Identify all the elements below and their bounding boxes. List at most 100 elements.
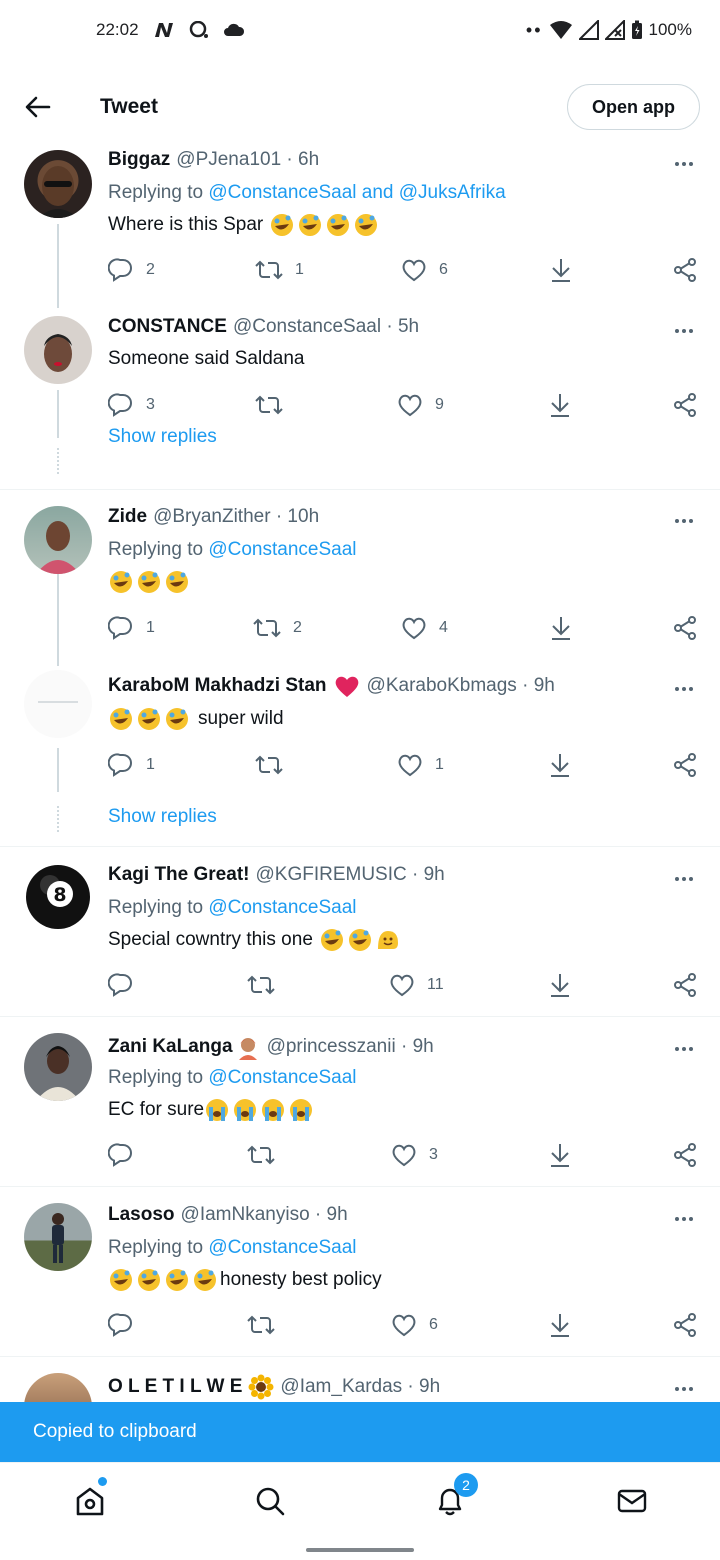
avatar[interactable] bbox=[24, 506, 92, 574]
reply-icon bbox=[108, 1143, 132, 1167]
share-button[interactable] bbox=[673, 390, 697, 420]
share-button[interactable] bbox=[673, 1310, 697, 1340]
replying-to: Replying to @ConstanceSaal bbox=[108, 539, 357, 561]
avatar[interactable] bbox=[24, 1373, 92, 1402]
reply-button[interactable] bbox=[108, 970, 146, 1000]
display-name[interactable]: KaraboM Makhadzi Stan bbox=[108, 675, 327, 697]
save-button[interactable] bbox=[549, 255, 573, 285]
battery-percent: 100% bbox=[648, 20, 692, 39]
reply-button[interactable]: 3 bbox=[108, 390, 155, 420]
rofl-emoji-icon bbox=[271, 214, 294, 236]
download-icon bbox=[551, 1144, 569, 1167]
like-button[interactable]: 9 bbox=[397, 390, 444, 420]
reply-icon bbox=[108, 258, 132, 282]
avatar[interactable] bbox=[24, 1203, 92, 1271]
handle-time: @princesszanii · 9h bbox=[266, 1036, 434, 1057]
like-button[interactable]: 1 bbox=[397, 750, 444, 780]
tweet[interactable]: Biggaz @PJena101 · 6h Replying to @Const… bbox=[0, 142, 720, 308]
show-replies-link[interactable]: Show replies bbox=[108, 426, 217, 448]
tweet-text-content: super wild bbox=[198, 708, 284, 729]
more-options-button[interactable] bbox=[672, 1209, 696, 1229]
display-name[interactable]: Kagi The Great! bbox=[108, 864, 249, 886]
retweet-button[interactable] bbox=[255, 390, 295, 420]
avatar[interactable] bbox=[24, 670, 92, 738]
tweet[interactable]: Zani KaLanga @princesszanii · 9h Replyin… bbox=[0, 1017, 720, 1187]
retweet-button[interactable] bbox=[247, 1140, 287, 1170]
more-options-button[interactable] bbox=[672, 1379, 696, 1399]
tweet-header: Zide @BryanZither · 10h bbox=[108, 506, 660, 528]
retweet-button[interactable] bbox=[247, 970, 287, 1000]
display-name[interactable]: Zide bbox=[108, 506, 147, 528]
share-icon bbox=[674, 1313, 696, 1337]
nav-home[interactable] bbox=[72, 1477, 108, 1519]
more-options-button[interactable] bbox=[672, 321, 696, 341]
like-count: 6 bbox=[429, 1316, 438, 1333]
mention-link[interactable]: @ConstanceSaal bbox=[208, 539, 356, 560]
avatar[interactable] bbox=[24, 150, 92, 218]
share-icon bbox=[674, 258, 696, 282]
reply-button[interactable]: 1 bbox=[108, 750, 155, 780]
like-button[interactable]: 11 bbox=[389, 970, 444, 1000]
save-button[interactable] bbox=[548, 1310, 572, 1340]
mention-link[interactable]: @ConstanceSaal bbox=[208, 1067, 356, 1088]
retweet-button[interactable]: 2 bbox=[253, 613, 302, 643]
more-options-button[interactable] bbox=[672, 1039, 696, 1059]
retweet-button[interactable] bbox=[247, 1310, 287, 1340]
rofl-emoji-icon bbox=[348, 929, 371, 951]
avatar[interactable]: 8 bbox=[24, 863, 92, 931]
more-options-button[interactable] bbox=[672, 154, 696, 174]
display-name[interactable]: Zani KaLanga bbox=[108, 1036, 233, 1058]
share-button[interactable] bbox=[673, 970, 697, 1000]
like-button[interactable]: 4 bbox=[401, 613, 448, 643]
back-button[interactable] bbox=[18, 87, 58, 127]
reply-button[interactable] bbox=[108, 1140, 146, 1170]
like-button[interactable]: 6 bbox=[401, 255, 448, 285]
gesture-bar[interactable] bbox=[306, 1548, 414, 1552]
more-options-button[interactable] bbox=[672, 511, 696, 531]
display-name[interactable]: Lasoso bbox=[108, 1204, 175, 1226]
show-replies-link[interactable]: Show replies bbox=[108, 806, 217, 828]
save-button[interactable] bbox=[548, 970, 572, 1000]
tweet[interactable]: Zide @BryanZither · 10h Replying to @Con… bbox=[0, 490, 720, 666]
like-button[interactable]: 6 bbox=[391, 1310, 438, 1340]
thread-line bbox=[57, 748, 59, 792]
open-app-button[interactable]: Open app bbox=[566, 84, 700, 130]
share-button[interactable] bbox=[673, 255, 697, 285]
tweet[interactable]: CONSTANCE @ConstanceSaal · 5h Someone sa… bbox=[0, 308, 720, 616]
reply-button[interactable] bbox=[108, 1310, 146, 1340]
mention-link[interactable]: @ConstanceSaal and @JuksAfrika bbox=[208, 182, 505, 203]
retweet-button[interactable] bbox=[255, 750, 295, 780]
tweet[interactable]: Lasoso @IamNkanyiso · 9h Replying to @Co… bbox=[0, 1187, 720, 1357]
save-button[interactable] bbox=[548, 750, 572, 780]
retweet-button[interactable]: 1 bbox=[255, 255, 304, 285]
avatar[interactable] bbox=[24, 1033, 92, 1101]
save-button[interactable] bbox=[548, 1140, 572, 1170]
tweet[interactable]: KaraboM Makhadzi Stan @KaraboKbmags · 9h… bbox=[0, 660, 720, 846]
reply-button[interactable]: 2 bbox=[108, 255, 155, 285]
mention-link[interactable]: @ConstanceSaal bbox=[208, 897, 356, 918]
tweet-text: EC for sure bbox=[108, 1097, 316, 1123]
page-title: Tweet bbox=[100, 95, 158, 118]
display-name[interactable]: CONSTANCE bbox=[108, 316, 227, 338]
like-button[interactable]: 3 bbox=[391, 1140, 438, 1170]
display-name[interactable]: O L E T I L W E bbox=[108, 1376, 242, 1398]
nav-messages[interactable] bbox=[614, 1483, 650, 1519]
reply-button[interactable]: 1 bbox=[108, 613, 155, 643]
save-button[interactable] bbox=[548, 390, 572, 420]
replying-to-label: Replying to bbox=[108, 897, 209, 918]
tweet[interactable]: O L E T I L W E @Iam_Kardas · 9h bbox=[0, 1357, 720, 1402]
more-options-button[interactable] bbox=[672, 869, 696, 889]
more-options-button[interactable] bbox=[672, 679, 696, 699]
handle-time: @ConstanceSaal · 5h bbox=[232, 316, 420, 337]
mention-link[interactable]: @ConstanceSaal bbox=[208, 1237, 356, 1258]
share-button[interactable] bbox=[673, 613, 697, 643]
share-button[interactable] bbox=[673, 750, 697, 780]
tweet-text-content: Special cowntry this one bbox=[108, 929, 313, 950]
nav-notifications[interactable]: 2 bbox=[432, 1473, 478, 1519]
nav-search[interactable] bbox=[252, 1483, 288, 1519]
display-name[interactable]: Biggaz bbox=[108, 149, 170, 171]
save-button[interactable] bbox=[549, 613, 573, 643]
avatar[interactable] bbox=[24, 316, 92, 384]
tweet[interactable]: 8 Kagi The Great! @KGFIREMUSIC · 9h Repl… bbox=[0, 847, 720, 1017]
share-button[interactable] bbox=[673, 1140, 697, 1170]
